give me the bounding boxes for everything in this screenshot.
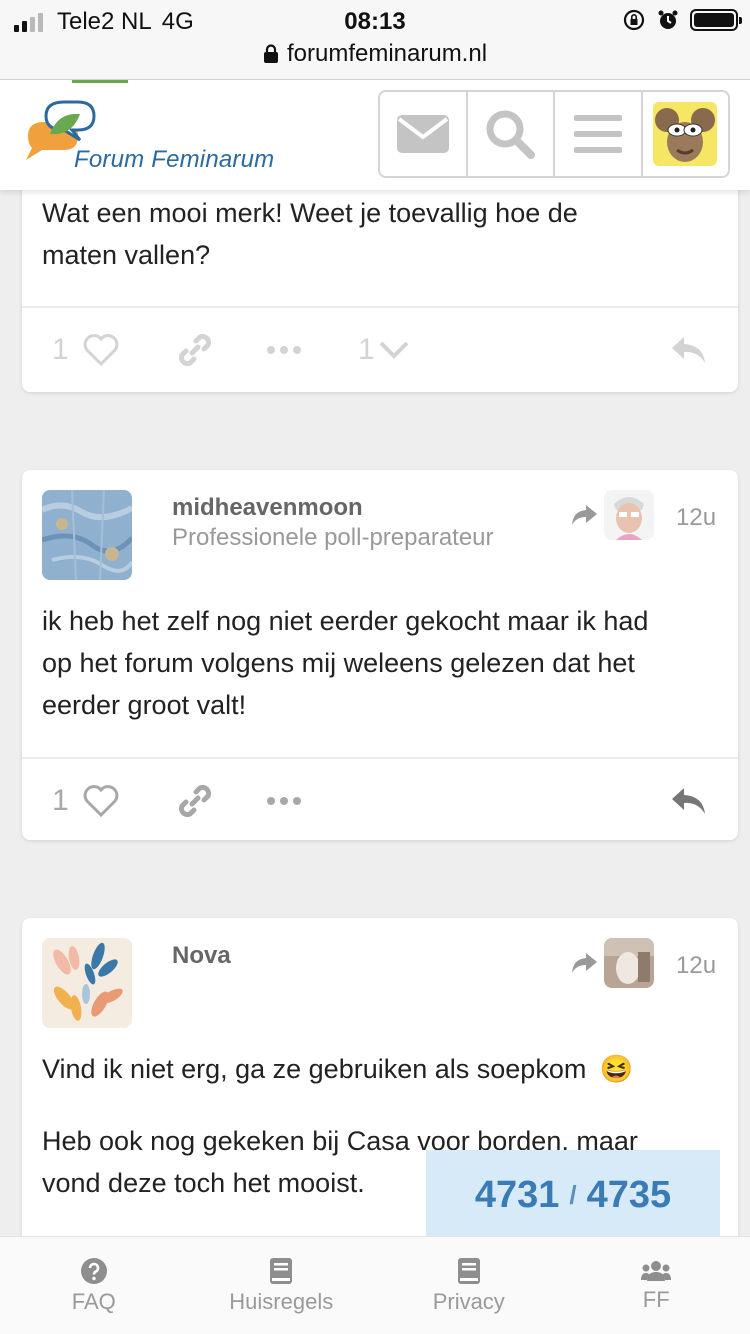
menu-button[interactable] <box>555 92 643 176</box>
address-bar[interactable]: forumfeminarum.nl <box>0 40 750 68</box>
search-icon <box>486 110 536 159</box>
post-actions: 1 1 <box>22 306 738 390</box>
reply-to-avatar <box>604 490 654 540</box>
reply-to-indicator[interactable] <box>570 938 654 988</box>
header-buttons <box>378 90 730 178</box>
leaf-art-avatar-image <box>42 938 132 1028</box>
nav-item-ff[interactable]: FF <box>563 1237 750 1334</box>
post-body: ik heb het zelf nog niet eerder gekocht … <box>22 600 668 726</box>
like-count: 1 <box>52 784 69 817</box>
like-button[interactable]: 1 <box>52 759 119 843</box>
user-avatar <box>653 102 718 166</box>
book-icon <box>457 1257 480 1284</box>
reply-icon <box>672 788 705 814</box>
ellipsis-icon <box>267 346 301 354</box>
topic-progress[interactable]: 4731 / 4735 <box>426 1150 720 1240</box>
reply-button[interactable] <box>670 759 708 843</box>
nav-label: FF <box>642 1286 670 1312</box>
post-actions: 1 <box>22 757 738 841</box>
show-replies-button[interactable]: 1 <box>358 308 411 392</box>
lock-icon <box>263 44 278 63</box>
post-body: Vind ik niet erg, ga ze gebruiken als so… <box>22 1048 653 1090</box>
mail-icon <box>396 115 449 153</box>
post-text-line: eerder groot valt! <box>42 690 247 720</box>
post-text-line: vond deze toch het mooist. <box>42 1168 365 1198</box>
copy-link-button[interactable] <box>176 759 214 843</box>
nav-item-privacy[interactable]: Privacy <box>375 1237 563 1334</box>
battery-icon <box>690 9 742 31</box>
messages-button[interactable] <box>380 92 468 176</box>
heart-icon <box>83 334 119 366</box>
nav-item-faq[interactable]: FAQ <box>0 1237 188 1334</box>
post-body: Wat een mooi merk! Weet je toevallig hoe… <box>22 192 598 276</box>
reply-icon <box>672 337 705 363</box>
heart-icon <box>83 785 119 817</box>
laughing-emoji-icon: 😆 <box>599 1054 634 1084</box>
map-avatar-image <box>42 490 132 580</box>
nav-label: Huisregels <box>229 1288 334 1314</box>
post-time[interactable]: 12u <box>676 952 716 980</box>
reply-button[interactable] <box>670 308 708 392</box>
post-text-line: ik heb het zelf nog niet eerder gekocht … <box>42 606 649 636</box>
post-text-line: Vind ik niet erg, ga ze gebruiken als so… <box>42 1054 587 1084</box>
nav-label: Privacy <box>432 1288 505 1314</box>
progress-current: 4731 <box>474 1173 560 1216</box>
url-text: forumfeminarum.nl <box>286 40 488 67</box>
user-menu-button[interactable] <box>643 92 729 176</box>
author-name[interactable]: Nova <box>172 942 231 970</box>
question-circle-icon <box>80 1257 107 1284</box>
progress-separator: / <box>569 1179 577 1210</box>
reply-to-avatar <box>604 938 654 988</box>
search-button[interactable] <box>468 92 555 176</box>
reply-to-indicator[interactable] <box>570 490 654 540</box>
ellipsis-icon <box>267 797 301 805</box>
header-accent <box>72 80 128 83</box>
link-icon <box>178 333 212 367</box>
alarm-icon <box>658 10 678 29</box>
more-options-button[interactable] <box>266 308 302 392</box>
site-header: Forum Feminarum <box>0 80 750 190</box>
like-button[interactable]: 1 <box>52 308 119 392</box>
chevron-down-icon <box>379 341 409 359</box>
status-icons <box>622 8 742 32</box>
post-card: midheavenmoon Professionele poll-prepara… <box>22 470 738 840</box>
author-avatar[interactable] <box>42 938 132 1028</box>
share-arrow-icon <box>572 505 597 525</box>
author-name[interactable]: midheavenmoon <box>172 494 363 522</box>
post-text-line: Wat een mooi merk! Weet je toevallig hoe… <box>42 198 578 228</box>
nav-item-huisregels[interactable]: Huisregels <box>188 1237 376 1334</box>
nav-label: FAQ <box>71 1288 116 1314</box>
link-icon <box>178 784 212 818</box>
reply-count: 1 <box>358 333 375 366</box>
book-icon <box>270 1257 293 1284</box>
copy-link-button[interactable] <box>176 308 214 392</box>
logo-text: Forum Feminarum <box>74 146 275 173</box>
rotation-lock-icon <box>623 9 645 31</box>
share-arrow-icon <box>572 953 597 973</box>
hamburger-menu-icon <box>573 115 622 153</box>
like-count: 1 <box>52 333 69 366</box>
progress-total: 4735 <box>586 1173 672 1216</box>
status-bar: Tele2 NL 4G 08:13 forumfeminarum.nl <box>0 0 750 80</box>
post-time[interactable]: 12u <box>676 504 716 532</box>
post-text-line: maten vallen? <box>42 240 211 270</box>
bottom-nav: FAQ Huisregels Privacy FF <box>0 1236 750 1334</box>
more-options-button[interactable] <box>266 759 302 843</box>
post-text-line: op het forum volgens mij weleens gelezen… <box>42 648 635 678</box>
users-icon <box>641 1260 672 1281</box>
user-title: Professionele poll-preparateur <box>172 524 494 551</box>
author-avatar[interactable] <box>42 490 132 580</box>
site-logo[interactable]: Forum Feminarum <box>20 98 290 178</box>
